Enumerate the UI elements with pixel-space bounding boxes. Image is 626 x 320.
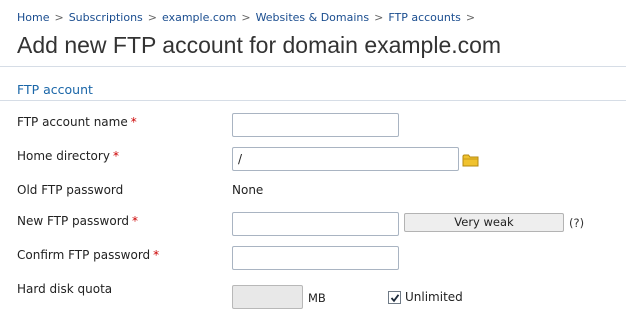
breadcrumb-separator: > [374, 11, 384, 24]
breadcrumb-separator: > [241, 11, 251, 24]
confirm-password-label-text: Confirm FTP password [17, 248, 151, 262]
home-directory-input[interactable] [232, 147, 459, 171]
disk-quota-label: Hard disk quota [17, 282, 113, 296]
new-password-label: New FTP password * [17, 214, 138, 228]
section-divider [0, 100, 626, 101]
account-name-label-text: FTP account name [17, 115, 128, 129]
required-marker: * [153, 248, 160, 262]
unlimited-label[interactable]: Unlimited [405, 290, 463, 304]
account-name-input[interactable] [232, 113, 399, 137]
section-title: FTP account [17, 82, 93, 97]
page-title: Add new FTP account for domain example.c… [17, 32, 502, 58]
confirm-password-input[interactable] [232, 246, 399, 270]
unlimited-checkbox[interactable] [388, 291, 401, 304]
checkmark-icon [390, 294, 400, 303]
password-strength-meter: Very weak [404, 213, 564, 232]
disk-quota-unit: MB [308, 291, 326, 305]
breadcrumb-separator: > [465, 11, 476, 24]
required-marker: * [132, 214, 139, 228]
title-divider [0, 66, 626, 67]
home-directory-label: Home directory * [17, 149, 119, 163]
old-password-value: None [232, 183, 264, 197]
confirm-password-label: Confirm FTP password * [17, 248, 159, 262]
old-password-label: Old FTP password [17, 183, 124, 197]
breadcrumb-domain[interactable]: example.com [162, 11, 236, 24]
breadcrumb-websites-domains[interactable]: Websites & Domains [256, 11, 370, 24]
breadcrumb-separator: > [147, 11, 157, 24]
breadcrumb-ftp-accounts[interactable]: FTP accounts [388, 11, 461, 24]
new-password-input[interactable] [232, 212, 399, 236]
home-directory-label-text: Home directory [17, 149, 110, 163]
breadcrumb-subscriptions[interactable]: Subscriptions [69, 11, 143, 24]
breadcrumb-separator: > [54, 11, 64, 24]
password-help-link[interactable]: (?) [569, 216, 584, 230]
new-password-label-text: New FTP password [17, 214, 130, 228]
breadcrumb-home[interactable]: Home [17, 11, 49, 24]
folder-icon[interactable] [462, 152, 480, 167]
required-marker: * [112, 149, 119, 163]
breadcrumb: Home > Subscriptions > example.com > Websites … [17, 11, 480, 24]
account-name-label: FTP account name * [17, 115, 137, 129]
required-marker: * [130, 115, 137, 129]
disk-quota-input[interactable] [232, 285, 303, 309]
